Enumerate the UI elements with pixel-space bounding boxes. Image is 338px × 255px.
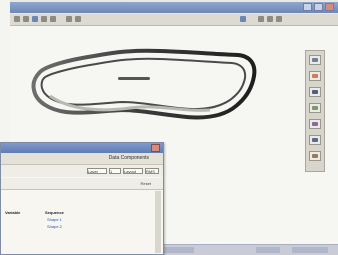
toolbar-tool-icon[interactable] [32, 16, 38, 22]
dialog-title-bar [1, 143, 163, 153]
toolbar-tool-icon[interactable] [276, 16, 282, 22]
status-cell [292, 247, 328, 253]
toolbar-tool-icon[interactable] [75, 16, 81, 22]
zoom-icon[interactable] [309, 135, 321, 145]
fill-icon[interactable] [309, 103, 321, 113]
toolbar-tool-icon[interactable] [258, 16, 264, 22]
properties-dialog: Data Components Layer 1 Layout RMS Reset… [0, 142, 164, 255]
toolbar [10, 14, 338, 26]
toolbar-tool-icon[interactable] [14, 16, 20, 22]
sequence-cell[interactable]: Shape 1 [47, 217, 62, 222]
zoom-swatch [312, 138, 318, 142]
title-bar [10, 2, 338, 13]
toolbar-tool-icon[interactable] [267, 16, 273, 22]
dialog-options-row [1, 178, 163, 190]
rms-field[interactable]: RMS [145, 168, 159, 174]
status-cell [256, 247, 280, 253]
sequence-cell[interactable]: Shape 2 [47, 224, 62, 229]
dialog-scrollbar[interactable] [155, 191, 161, 253]
fill-swatch [312, 106, 318, 110]
dialog-heading: Data Components [108, 155, 149, 161]
toolbar-tool-icon[interactable] [23, 16, 29, 22]
select-swatch [312, 58, 318, 62]
window-controls [303, 3, 334, 11]
tool-palette [305, 50, 325, 172]
color-icon[interactable] [309, 151, 321, 161]
toolbar-tool-icon[interactable] [50, 16, 56, 22]
column-header-sequence: Sequence [45, 210, 64, 215]
layer-number-field[interactable]: 1 [109, 168, 121, 174]
pen-swatch [312, 74, 318, 78]
select-icon[interactable] [309, 55, 321, 65]
brush-icon[interactable] [309, 87, 321, 97]
column-header-variable: Variable [5, 210, 21, 215]
layer-field[interactable]: Layer [87, 168, 107, 174]
pen-icon[interactable] [309, 71, 321, 81]
toolbar-tool-icon[interactable] [240, 16, 246, 22]
color-swatch [312, 154, 318, 158]
brush-swatch [312, 90, 318, 94]
layout-field[interactable]: Layout [123, 168, 143, 174]
toolbar-tool-icon[interactable] [66, 16, 72, 22]
status-cell [164, 247, 194, 253]
minimize-button[interactable] [303, 3, 312, 11]
shape-swatch [312, 122, 318, 126]
maximize-button[interactable] [314, 3, 323, 11]
dialog-close-button[interactable] [151, 144, 160, 152]
toolbar-tool-icon[interactable] [41, 16, 47, 22]
close-button[interactable] [325, 3, 334, 11]
shape-icon[interactable] [309, 119, 321, 129]
reset-button[interactable]: Reset [141, 181, 151, 186]
